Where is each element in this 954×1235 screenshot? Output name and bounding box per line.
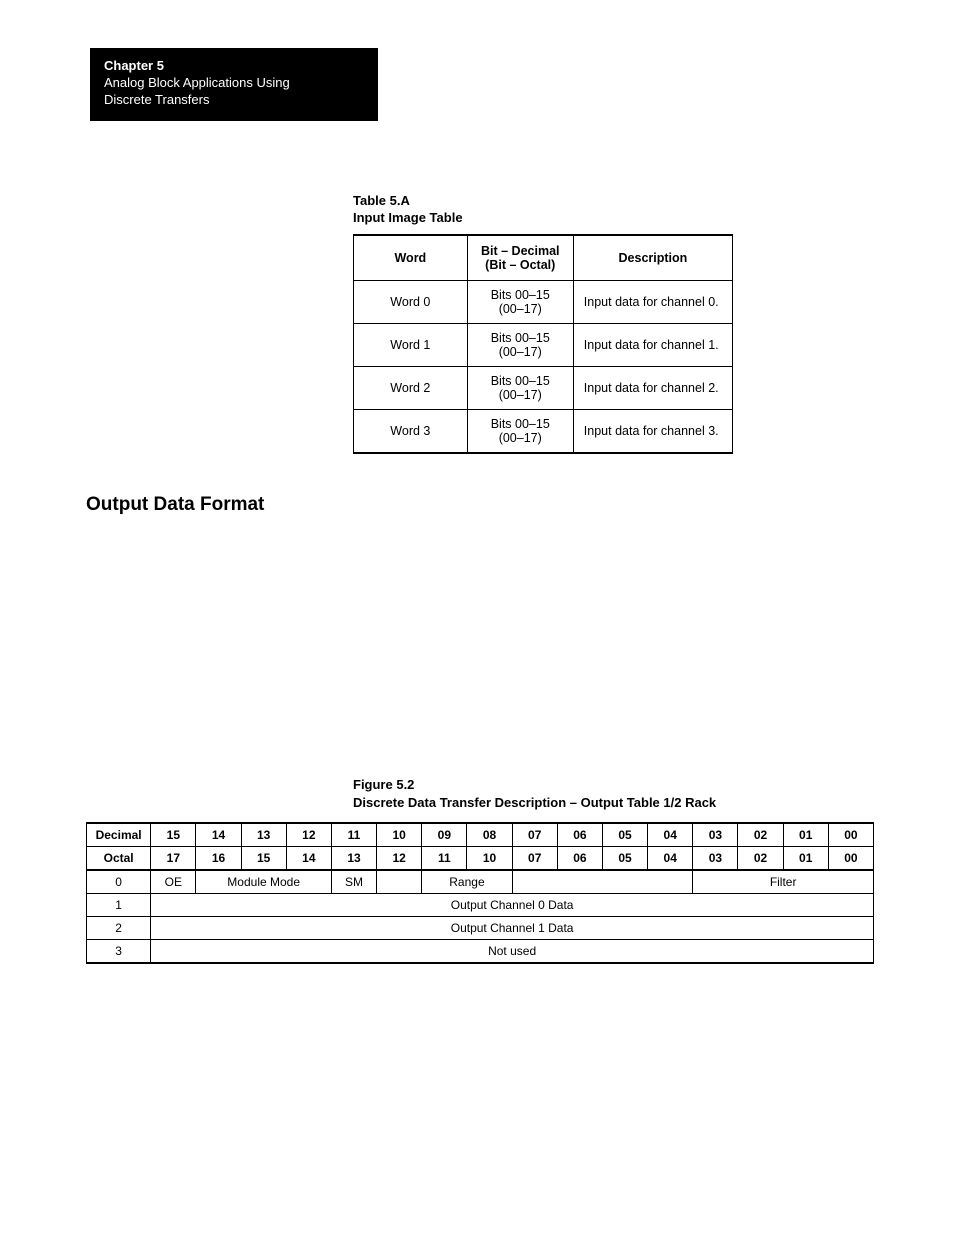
row-index: 2 bbox=[87, 916, 151, 939]
bit-header: 17 bbox=[151, 846, 196, 870]
row-index: 0 bbox=[87, 870, 151, 894]
row-index: 1 bbox=[87, 893, 151, 916]
input-image-table: Word Bit – Decimal (Bit – Octal) Descrip… bbox=[353, 234, 733, 454]
cell-desc: Input data for channel 1. bbox=[573, 324, 732, 367]
bit-header: 03 bbox=[693, 823, 738, 847]
bit-header: 06 bbox=[557, 846, 602, 870]
cell-desc: Input data for channel 0. bbox=[573, 281, 732, 324]
figure-5-2-caption: Figure 5.2 Discrete Data Transfer Descri… bbox=[353, 776, 874, 811]
bit-header: 00 bbox=[828, 846, 873, 870]
figure-caption-line2: Discrete Data Transfer Description – Out… bbox=[353, 794, 874, 812]
cell-bit: Bits 00–15 (00–17) bbox=[467, 367, 573, 410]
bit-header: 13 bbox=[331, 846, 376, 870]
bit-header: 11 bbox=[331, 823, 376, 847]
bit-header: 11 bbox=[422, 846, 467, 870]
cell-not-used: Not used bbox=[151, 939, 874, 963]
cell-bit: Bits 00–15 (00–17) bbox=[467, 324, 573, 367]
section-heading-output-data-format: Output Data Format bbox=[86, 494, 954, 516]
bit-header: 01 bbox=[783, 846, 828, 870]
table-a-container: Table 5.A Input Image Table Word Bit – D… bbox=[353, 193, 733, 455]
cell-word: Word 0 bbox=[354, 281, 468, 324]
figure-caption-line1: Figure 5.2 bbox=[353, 776, 874, 794]
bit-header: 04 bbox=[648, 823, 693, 847]
data-row-3: 3 Not used bbox=[87, 939, 874, 963]
cell-desc: Input data for channel 2. bbox=[573, 367, 732, 410]
cell-empty bbox=[512, 870, 693, 894]
decimal-label: Decimal bbox=[87, 823, 151, 847]
bit-header: 13 bbox=[241, 823, 286, 847]
th-desc: Description bbox=[573, 235, 732, 281]
data-row-0: 0 OE Module Mode SM Range Filter bbox=[87, 870, 874, 894]
table-a-caption-line1: Table 5.A bbox=[353, 193, 733, 210]
bit-header: 09 bbox=[422, 823, 467, 847]
bit-header: 15 bbox=[151, 823, 196, 847]
bit-header: 10 bbox=[467, 846, 512, 870]
bit-header: 05 bbox=[602, 846, 647, 870]
octal-label: Octal bbox=[87, 846, 151, 870]
bit-header: 07 bbox=[512, 823, 557, 847]
table-a-caption: Table 5.A Input Image Table bbox=[353, 193, 733, 227]
cell-bit: Bits 00–15 (00–17) bbox=[467, 410, 573, 454]
row-index: 3 bbox=[87, 939, 151, 963]
data-row-2: 2 Output Channel 1 Data bbox=[87, 916, 874, 939]
cell-sm: SM bbox=[331, 870, 376, 894]
bit-header: 14 bbox=[286, 846, 331, 870]
chapter-number: Chapter 5 bbox=[104, 58, 364, 75]
data-row-1: 1 Output Channel 0 Data bbox=[87, 893, 874, 916]
cell-oe: OE bbox=[151, 870, 196, 894]
th-word: Word bbox=[354, 235, 468, 281]
chapter-header: Chapter 5 Analog Block Applications Usin… bbox=[90, 48, 378, 121]
bit-header: 07 bbox=[512, 846, 557, 870]
chapter-subtitle-line1: Analog Block Applications Using bbox=[104, 75, 364, 92]
figure-5-2-container: Figure 5.2 Discrete Data Transfer Descri… bbox=[86, 776, 874, 963]
cell-bit: Bits 00–15 (00–17) bbox=[467, 281, 573, 324]
cell-output-ch0: Output Channel 0 Data bbox=[151, 893, 874, 916]
cell-word: Word 2 bbox=[354, 367, 468, 410]
output-bit-table: Decimal 15 14 13 12 11 10 09 08 07 06 05… bbox=[86, 822, 874, 964]
bit-header: 02 bbox=[738, 846, 783, 870]
cell-module-mode: Module Mode bbox=[196, 870, 332, 894]
bit-header: 15 bbox=[241, 846, 286, 870]
cell-filter: Filter bbox=[693, 870, 874, 894]
th-bit: Bit – Decimal (Bit – Octal) bbox=[467, 235, 573, 281]
cell-desc: Input data for channel 3. bbox=[573, 410, 732, 454]
bit-header: 14 bbox=[196, 823, 241, 847]
bit-header: 02 bbox=[738, 823, 783, 847]
bit-header: 08 bbox=[467, 823, 512, 847]
cell-word: Word 3 bbox=[354, 410, 468, 454]
cell-word: Word 1 bbox=[354, 324, 468, 367]
bit-header: 12 bbox=[377, 846, 422, 870]
cell-empty bbox=[377, 870, 422, 894]
table-row: Word 1 Bits 00–15 (00–17) Input data for… bbox=[354, 324, 733, 367]
table-row: Word 0 Bits 00–15 (00–17) Input data for… bbox=[354, 281, 733, 324]
decimal-header-row: Decimal 15 14 13 12 11 10 09 08 07 06 05… bbox=[87, 823, 874, 847]
bit-header: 03 bbox=[693, 846, 738, 870]
bit-header: 16 bbox=[196, 846, 241, 870]
table-row: Word 3 Bits 00–15 (00–17) Input data for… bbox=[354, 410, 733, 454]
table-row: Word 2 Bits 00–15 (00–17) Input data for… bbox=[354, 367, 733, 410]
bit-header: 04 bbox=[648, 846, 693, 870]
chapter-subtitle-line2: Discrete Transfers bbox=[104, 92, 364, 109]
bit-header: 00 bbox=[828, 823, 873, 847]
bit-header: 10 bbox=[377, 823, 422, 847]
cell-range: Range bbox=[422, 870, 512, 894]
bit-header: 06 bbox=[557, 823, 602, 847]
cell-output-ch1: Output Channel 1 Data bbox=[151, 916, 874, 939]
bit-header: 01 bbox=[783, 823, 828, 847]
bit-header: 12 bbox=[286, 823, 331, 847]
table-a-caption-line2: Input Image Table bbox=[353, 210, 733, 227]
octal-header-row: Octal 17 16 15 14 13 12 11 10 07 06 05 0… bbox=[87, 846, 874, 870]
bit-header: 05 bbox=[602, 823, 647, 847]
